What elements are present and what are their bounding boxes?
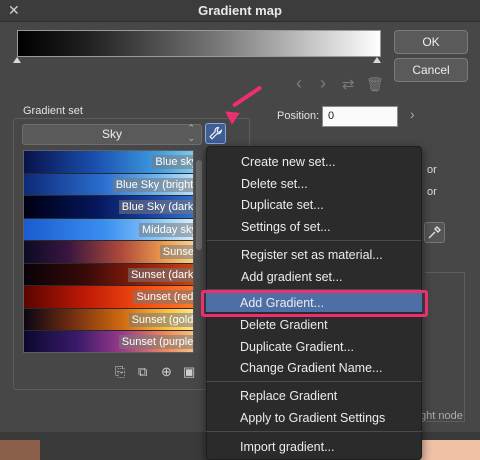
duplicate-icon[interactable]: ⧉ <box>138 364 147 380</box>
menu-separator <box>206 381 422 382</box>
partial-label-2: or <box>427 186 437 198</box>
prev-node-icon[interactable]: ‹ <box>296 73 302 94</box>
gradient-row[interactable]: Sunset (red) <box>24 286 202 309</box>
gradient-set-selected: Sky <box>101 127 122 141</box>
gradient-row[interactable]: Sunset (gold) <box>24 308 202 331</box>
add-page-icon[interactable]: ⎘ <box>115 364 125 380</box>
gradient-row[interactable]: Midday sky <box>24 218 202 241</box>
gradient-stop-left[interactable] <box>13 57 21 63</box>
wrench-settings-button[interactable] <box>205 123 226 144</box>
eyedropper-button[interactable] <box>424 222 445 243</box>
gradient-row-label: Blue Sky (dark) <box>118 200 200 214</box>
gradient-row-label: Midday sky <box>138 222 200 237</box>
canvas-area-left <box>0 440 40 460</box>
right-panel <box>425 272 465 422</box>
gradient-list-scrollbar[interactable] <box>193 150 203 353</box>
gradient-row-label: Sunset (purple) <box>118 335 200 349</box>
menu-item-apply-settings[interactable]: Apply to Gradient Settings <box>240 411 385 425</box>
gradient-map-dialog: ✕ Gradient map OK Cancel ‹ › ⇄ 🗑 Gradien… <box>0 0 480 460</box>
flip-icon[interactable]: ⇄ <box>342 75 355 93</box>
wrench-icon <box>209 126 222 140</box>
gradient-list: Blue sky Blue Sky (bright) Blue Sky (dark)… <box>23 150 203 353</box>
gradient-preview-bar[interactable] <box>17 30 381 57</box>
gradient-row[interactable]: Blue Sky (dark) <box>24 196 202 219</box>
scroll-thumb[interactable] <box>196 160 202 250</box>
menu-separator <box>206 431 422 432</box>
gradient-row[interactable]: Blue sky <box>24 151 202 174</box>
gradient-set-select[interactable]: Sky ⌃ ⌄ <box>22 123 202 145</box>
gradient-row[interactable]: Sunset (purple) <box>24 331 202 352</box>
next-node-icon[interactable]: › <box>320 73 326 94</box>
menu-item-delete-gradient[interactable]: Delete Gradient <box>240 318 328 332</box>
position-arrow-icon[interactable]: › <box>410 106 415 122</box>
partial-label-1: or <box>427 164 437 176</box>
gradient-row-label: Sunset (gold) <box>128 312 200 327</box>
dialog-title: Gradient map <box>198 3 282 18</box>
position-input[interactable]: 0 <box>322 106 398 127</box>
title-bar: ✕ Gradient map <box>0 0 480 22</box>
add-icon[interactable]: ⊕ <box>161 364 172 380</box>
gradient-row[interactable]: Blue Sky (bright) <box>24 173 202 196</box>
position-label: Position: <box>277 110 320 122</box>
annotation-highlight-box <box>201 290 428 317</box>
ok-button[interactable]: OK <box>394 30 468 54</box>
menu-item-change-name[interactable]: Change Gradient Name... <box>240 361 382 375</box>
gradient-row-label: Blue Sky (bright) <box>112 177 200 192</box>
gradient-set-label: Gradient set <box>20 105 86 117</box>
gradient-row-label: Sunset (red) <box>133 290 200 304</box>
gradient-row[interactable]: Sunset <box>24 241 202 264</box>
annotation-arrow <box>231 85 263 108</box>
eyedropper-icon <box>428 226 441 239</box>
gradient-row-label: Sunset (dark) <box>127 267 200 282</box>
gradient-row[interactable]: Sunset (dark) <box>24 263 202 286</box>
cancel-button[interactable]: Cancel <box>394 58 468 82</box>
menu-item-replace-gradient[interactable]: Replace Gradient <box>240 389 337 403</box>
updown-icon: ⌃ ⌄ <box>187 123 195 143</box>
trash-icon[interactable]: 🗑 <box>366 76 384 93</box>
menu-item-duplicate-gradient[interactable]: Duplicate Gradient... <box>240 340 354 354</box>
gradient-stop-right[interactable] <box>373 57 381 63</box>
right-node-label: ght node <box>420 410 463 422</box>
material-icon[interactable]: ▣ <box>183 364 195 380</box>
menu-item-import-gradient[interactable]: Import gradient... <box>240 440 335 454</box>
